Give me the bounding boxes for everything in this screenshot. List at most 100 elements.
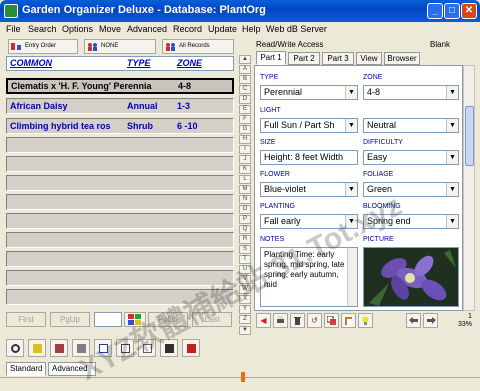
menu-update[interactable]: Update xyxy=(208,24,237,34)
menu-help[interactable]: Help xyxy=(242,24,261,34)
alpha-letter[interactable]: O xyxy=(239,205,251,214)
grid-view-button[interactable] xyxy=(124,312,146,327)
none-filter-button[interactable]: NONE xyxy=(84,39,156,54)
column-header-zone[interactable]: ZONE xyxy=(177,58,202,68)
empty-list-item[interactable] xyxy=(6,289,234,305)
list-item[interactable]: Climbing hybrid tea ros Shrub 6 -10 xyxy=(6,118,234,134)
empty-list-item[interactable] xyxy=(6,137,234,153)
notes-textarea[interactable]: Planting Time: early spring, mid spring,… xyxy=(260,247,358,307)
maximize-button[interactable]: □ xyxy=(444,3,460,19)
notes-scrollbar[interactable] xyxy=(347,248,357,306)
alpha-letter[interactable]: Q xyxy=(239,225,251,234)
all-records-button[interactable]: All Records xyxy=(162,39,234,54)
empty-list-item[interactable] xyxy=(6,232,234,248)
scroll-thumb[interactable] xyxy=(465,106,474,166)
flower-select[interactable]: Blue-violet ▼ xyxy=(260,182,358,197)
alpha-letter[interactable]: H xyxy=(239,135,251,144)
menu-file[interactable]: File xyxy=(6,24,21,34)
print-button[interactable] xyxy=(72,339,90,357)
exit-button[interactable] xyxy=(182,339,200,357)
tab-view[interactable]: View xyxy=(356,52,382,65)
empty-list-item[interactable] xyxy=(6,156,234,172)
size-input[interactable]: Height: 8 feet Width xyxy=(260,150,358,165)
alpha-letter[interactable]: I xyxy=(239,145,251,154)
report-button[interactable] xyxy=(160,339,178,357)
empty-list-item[interactable] xyxy=(6,175,234,191)
calendar-button[interactable] xyxy=(94,339,112,357)
tab-advanced[interactable]: Advanced xyxy=(48,362,96,376)
menu-web-db-server[interactable]: Web dB Server xyxy=(266,24,327,34)
alpha-letter[interactable]: F xyxy=(239,115,251,124)
tab-part-3[interactable]: Part 3 xyxy=(322,52,354,65)
alpha-letter[interactable]: T xyxy=(239,255,251,264)
alpha-letter[interactable]: Z xyxy=(239,315,251,324)
alpha-scroll-down[interactable]: ▼ xyxy=(239,326,251,335)
alpha-letter[interactable]: X xyxy=(239,295,251,304)
resize-grip[interactable] xyxy=(241,372,245,382)
column-header-common[interactable]: COMMON xyxy=(10,58,52,68)
menu-options[interactable]: Options xyxy=(62,24,93,34)
pgdn-button[interactable]: PgDn xyxy=(148,312,188,327)
back-arrow-icon[interactable]: ◀ xyxy=(256,313,271,328)
close-button[interactable]: ✕ xyxy=(461,3,477,19)
menu-move[interactable]: Move xyxy=(99,24,121,34)
alpha-letter[interactable]: C xyxy=(239,85,251,94)
minimize-button[interactable]: _ xyxy=(427,3,443,19)
foliage-select[interactable]: Green ▼ xyxy=(363,182,459,197)
empty-list-item[interactable] xyxy=(6,213,234,229)
alpha-letter[interactable]: S xyxy=(239,245,251,254)
empty-list-item[interactable] xyxy=(6,194,234,210)
tip-button[interactable] xyxy=(358,313,373,328)
alpha-letter[interactable]: D xyxy=(239,95,251,104)
tab-part-1[interactable]: Part 1 xyxy=(256,51,286,65)
alpha-letter[interactable]: G xyxy=(239,125,251,134)
paste-record-button[interactable] xyxy=(341,313,356,328)
tab-standard[interactable]: Standard xyxy=(6,362,46,376)
undo-button[interactable]: ↺ xyxy=(307,313,322,328)
menu-advanced[interactable]: Advanced xyxy=(127,24,167,34)
first-button[interactable]: First xyxy=(6,312,46,327)
alpha-letter[interactable]: W xyxy=(239,285,251,294)
tab-part-2[interactable]: Part 2 xyxy=(288,52,320,65)
tab-browser[interactable]: Browser xyxy=(384,52,420,65)
alpha-letter[interactable]: E xyxy=(239,105,251,114)
form-scrollbar[interactable] xyxy=(463,65,475,311)
alpha-letter[interactable]: N xyxy=(239,195,251,204)
alpha-scroll-up[interactable]: ▲ xyxy=(239,55,251,64)
alpha-letter[interactable]: P xyxy=(239,215,251,224)
column-header-type[interactable]: TYPE xyxy=(127,58,151,68)
difficulty-select[interactable]: Easy ▼ xyxy=(363,150,459,165)
plant-picture[interactable] xyxy=(363,247,459,307)
list-item[interactable]: African Daisy Annual 1-3 xyxy=(6,98,234,114)
alpha-letter[interactable]: U xyxy=(239,265,251,274)
planting-select[interactable]: Fall early ▼ xyxy=(260,214,358,229)
table-button[interactable] xyxy=(116,339,134,357)
menu-record[interactable]: Record xyxy=(173,24,202,34)
next-record-button[interactable] xyxy=(423,313,438,328)
print-record-button[interactable] xyxy=(273,313,288,328)
copy-record-button[interactable] xyxy=(324,313,339,328)
tools-button[interactable] xyxy=(50,339,68,357)
jump-input[interactable] xyxy=(94,312,122,327)
alpha-letter[interactable]: V xyxy=(239,275,251,284)
document-button[interactable] xyxy=(138,339,156,357)
pgup-button[interactable]: PgUp xyxy=(50,312,90,327)
alpha-letter[interactable]: B xyxy=(239,75,251,84)
alpha-letter[interactable]: L xyxy=(239,175,251,184)
alpha-letter[interactable]: Y xyxy=(239,305,251,314)
zone-select[interactable]: 4-8 ▼ xyxy=(363,85,459,100)
last-button[interactable]: Last xyxy=(192,312,232,327)
goto-button[interactable] xyxy=(28,339,46,357)
alpha-letter[interactable]: R xyxy=(239,235,251,244)
delete-record-button[interactable] xyxy=(290,313,305,328)
light-select[interactable]: Full Sun / Part Sh ▼ xyxy=(260,118,358,133)
alpha-letter[interactable]: J xyxy=(239,155,251,164)
menu-search[interactable]: Search xyxy=(28,24,57,34)
alpha-letter[interactable]: K xyxy=(239,165,251,174)
blooming-select[interactable]: Spring end ▼ xyxy=(363,214,459,229)
empty-list-item[interactable] xyxy=(6,270,234,286)
empty-list-item[interactable] xyxy=(6,251,234,267)
list-item[interactable]: Clematis x 'H. F. Young' Perennia 4-8 xyxy=(6,78,234,94)
alpha-letter[interactable]: A xyxy=(239,65,251,74)
entry-order-button[interactable]: Entry Order xyxy=(8,39,78,54)
